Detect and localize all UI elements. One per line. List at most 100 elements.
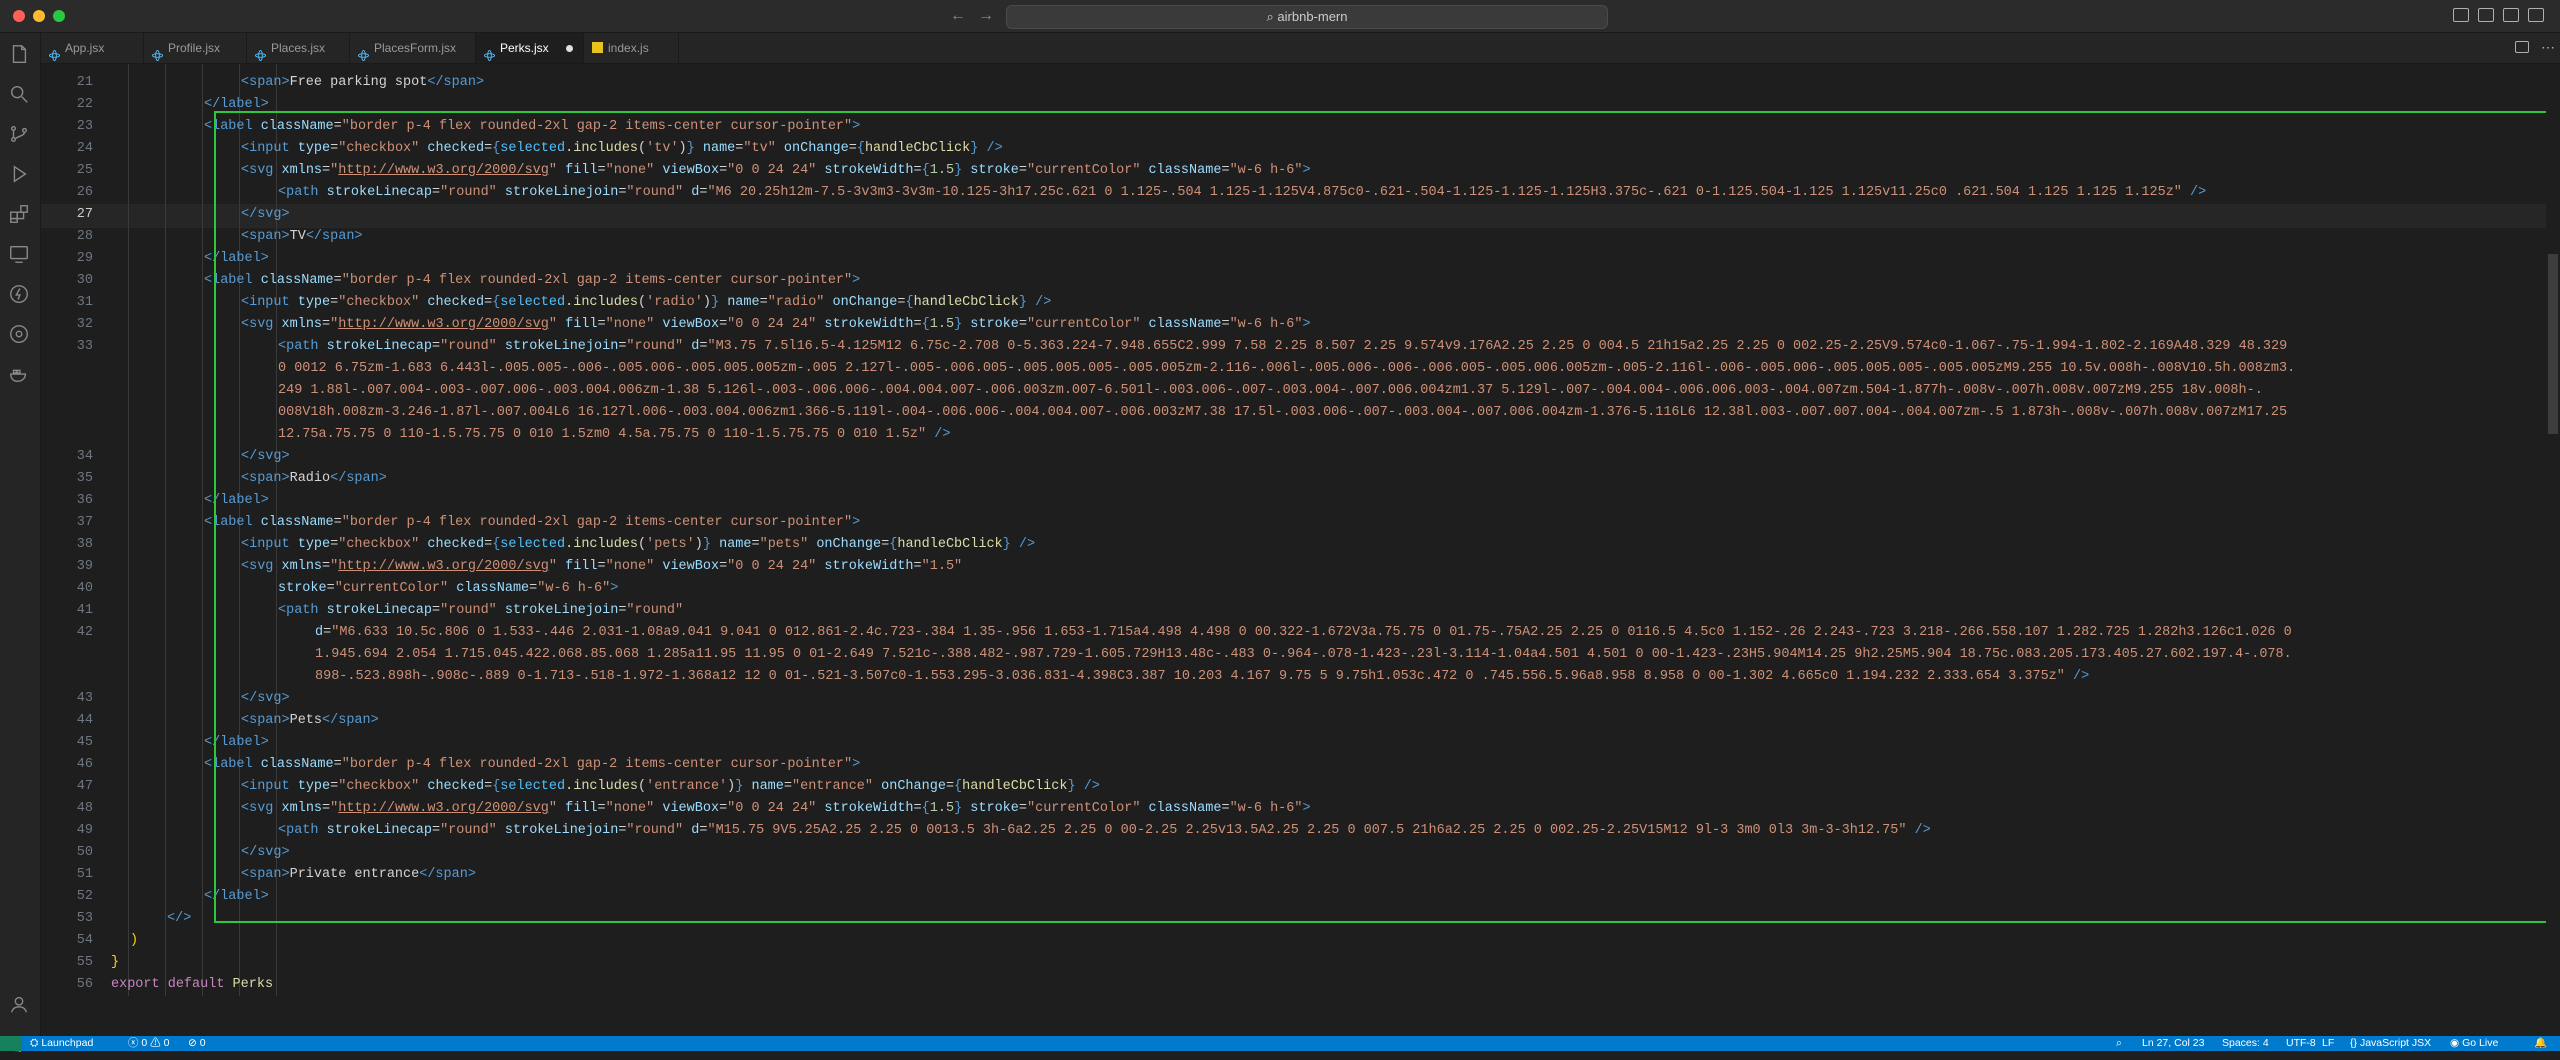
code-line[interactable]: </label> [204,732,269,754]
zoom-icon[interactable]: ⌕ [2116,1036,2122,1051]
code-line[interactable]: 249 1.88l-.007.004-.003-.007.006-.003.00… [278,380,2263,402]
thunder-client-icon[interactable] [8,283,32,307]
code-line[interactable]: </label> [204,94,269,116]
customize-layout-icon[interactable] [2528,8,2544,22]
line-number: 56 [76,977,93,992]
line-number: 25 [76,163,93,178]
explorer-icon[interactable] [8,43,32,67]
react-icon [484,42,495,61]
line-number: 33 [76,339,93,354]
code-line[interactable]: </label> [204,886,269,908]
code-line[interactable]: </svg> [241,446,290,468]
code-line[interactable]: <path strokeLinecap="round" strokeLinejo… [278,182,2206,204]
encoding-status[interactable]: UTF-8 [2286,1036,2316,1051]
tab-profile-jsx[interactable]: Profile.jsx [144,33,247,63]
code-line[interactable]: <span>Pets</span> [241,710,379,732]
tab-app-jsx[interactable]: App.jsx [41,33,144,63]
extensions-icon[interactable] [8,203,32,227]
code-line[interactable]: 008V18h.008zm-3.246-1.87l-.007.004L6 16.… [278,402,2287,424]
close-window-button[interactable] [13,10,25,22]
minimize-window-button[interactable] [33,10,45,22]
code-line[interactable]: stroke="currentColor" className="w-6 h-6… [278,578,618,600]
editor-scrollbar[interactable] [2546,64,2560,1036]
code-line[interactable]: } [111,952,119,974]
unsaved-dot-icon[interactable] [566,45,573,52]
launchpad-status[interactable]: ⛭ Launchpad [30,1036,93,1051]
maximize-window-button[interactable] [53,10,65,22]
source-control-icon[interactable] [8,123,32,147]
code-line[interactable]: <path strokeLinecap="round" strokeLinejo… [278,336,2287,358]
search-icon[interactable] [8,83,32,107]
line-number: 32 [76,317,93,332]
code-line[interactable]: <span>Private entrance</span> [241,864,476,886]
problems-status[interactable]: ⓧ 0 ⚠ 0 [128,1036,169,1051]
forward-arrow-icon[interactable]: → [978,7,994,25]
remote-explorer-icon[interactable] [8,243,32,267]
code-line[interactable]: <svg xmlns="http://www.w3.org/2000/svg" … [241,314,1311,336]
gitlens-icon[interactable] [8,323,32,347]
code-line[interactable]: d="M6.633 10.5c.806 0 1.533-.446 2.031-1… [315,622,2292,644]
code-line[interactable]: <svg xmlns="http://www.w3.org/2000/svg" … [241,556,962,578]
code-line[interactable]: <svg xmlns="http://www.w3.org/2000/svg" … [241,160,1311,182]
code-line[interactable]: <input type="checkbox" checked={selected… [241,138,1003,160]
code-line[interactable]: 12.75a.75.75 0 110-1.5.75.75 0 010 1.5zm… [278,424,950,446]
code-line[interactable]: <label className="border p-4 flex rounde… [204,116,860,138]
accounts-icon[interactable] [8,993,32,1017]
editor-tab-bar: App.jsx Profile.jsx Places.jsx PlacesFor… [41,33,2560,64]
code-line[interactable]: </> [167,908,191,930]
tab-placesform-jsx[interactable]: PlacesForm.jsx [350,33,476,63]
eol-status[interactable]: LF [2322,1036,2334,1051]
code-line[interactable]: </svg> [241,842,290,864]
back-arrow-icon[interactable]: ← [950,7,966,25]
line-number: 27 [76,207,93,222]
code-line[interactable]: <span>Radio</span> [241,468,387,490]
remote-indicator-icon[interactable] [0,1036,22,1051]
toggle-panel-icon[interactable] [2478,8,2494,22]
code-line[interactable]: <label className="border p-4 flex rounde… [204,512,860,534]
notifications-bell-icon[interactable]: 🔔 [2534,1036,2547,1051]
code-line[interactable]: </label> [204,248,269,270]
code-area[interactable]: <span>Free parking spot</span> </label> <l… [111,64,2551,1036]
code-line[interactable]: <path strokeLinecap="round" strokeLinejo… [278,820,1931,842]
cursor-position[interactable]: Ln 27, Col 23 [2142,1036,2204,1051]
docker-icon[interactable] [8,363,32,387]
line-number: 53 [76,911,93,926]
code-line[interactable]: <svg xmlns="http://www.w3.org/2000/svg" … [241,798,1311,820]
js-icon [592,42,603,53]
code-line[interactable]: export default Perks [111,974,273,996]
code-line[interactable]: 1.945.694 2.054 1.715.045.422.068.85.068… [315,644,2292,666]
code-line[interactable]: ) [130,930,138,952]
line-number: 28 [76,229,93,244]
tab-places-jsx[interactable]: Places.jsx [247,33,350,63]
code-line[interactable]: <input type="checkbox" checked={selected… [241,534,1035,556]
indentation-status[interactable]: Spaces: 4 [2222,1036,2269,1051]
code-line[interactable]: 898-.523.898h-.908c-.889 0-1.713-.518-1.… [315,666,2089,688]
toggle-secondary-sidebar-icon[interactable] [2503,8,2519,22]
run-debug-icon[interactable] [8,163,32,187]
code-line[interactable]: <input type="checkbox" checked={selected… [241,292,1051,314]
code-line[interactable]: </svg> [241,204,290,226]
code-line[interactable]: </svg> [241,688,290,710]
scrollbar-thumb[interactable] [2548,254,2558,434]
code-line[interactable]: </label> [204,490,269,512]
split-editor-icon[interactable] [2515,41,2529,53]
line-number: 21 [76,75,93,90]
react-icon [255,42,266,61]
command-center-search[interactable]: ⌕ airbnb-mern [1006,5,1608,29]
tab-perks-jsx[interactable]: Perks.jsx [476,33,584,63]
ports-status[interactable]: ⊘ 0 [188,1036,206,1051]
code-line[interactable]: <input type="checkbox" checked={selected… [241,776,1100,798]
code-line[interactable]: <label className="border p-4 flex rounde… [204,270,860,292]
language-mode[interactable]: {} JavaScript JSX [2350,1036,2431,1051]
tab-index-js[interactable]: index.js [584,33,679,63]
status-bar: ⛭ Launchpad ⓧ 0 ⚠ 0 ⊘ 0 ⌕ Ln 27, Col 23 … [0,1036,2560,1051]
go-live-button[interactable]: ◉ Go Live [2450,1036,2498,1051]
code-line[interactable]: 0 0012 6.75zm-1.683 6.443l-.005.005-.006… [278,358,2295,380]
toggle-primary-sidebar-icon[interactable] [2453,8,2469,22]
more-actions-icon[interactable]: ⋯ [2541,39,2555,56]
code-editor[interactable]: 21 22 23 24 25 26 27 28 29 30 31 32 33 34 35 36 37 38 39 40… [41,64,2560,1036]
code-line[interactable]: <span>TV</span> [241,226,363,248]
code-line[interactable]: <label className="border p-4 flex rounde… [204,754,860,776]
code-line[interactable]: <span>Free parking spot</span> [241,72,484,94]
code-line[interactable]: <path strokeLinecap="round" strokeLinejo… [278,600,683,622]
